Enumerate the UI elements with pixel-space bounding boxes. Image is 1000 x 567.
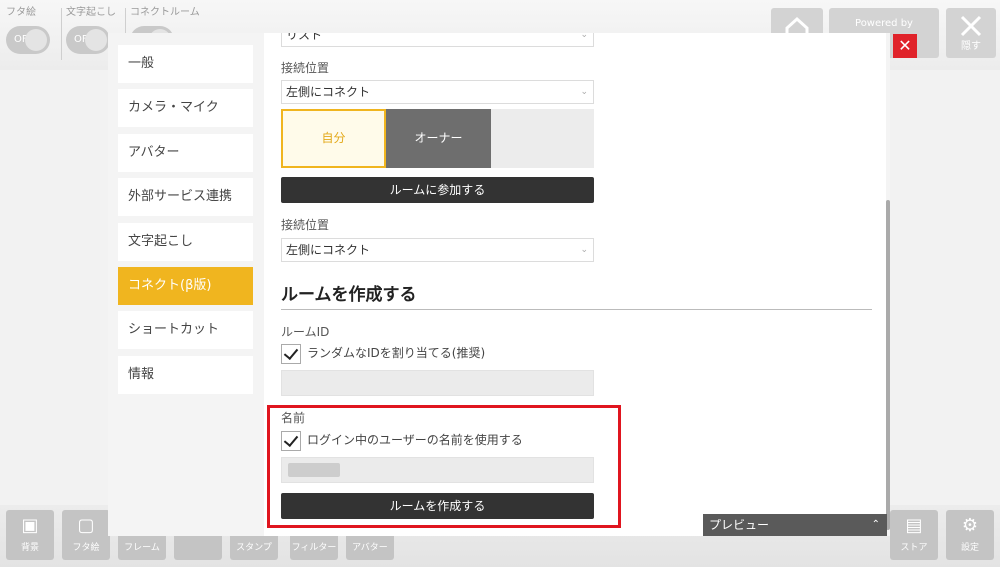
sidebar-item-transcription[interactable]: 文字起こし <box>118 223 253 261</box>
sidebar-item-avatar[interactable]: アバター <box>118 134 253 172</box>
position-segmented-control: 自分 オーナー <box>281 109 594 168</box>
chevron-down-icon: ⌄ <box>580 245 588 255</box>
random-id-label: ランダムなIDを割り当てる(推奨) <box>307 346 486 360</box>
cover-image-toggle-group: フタ絵 OFF <box>6 6 50 54</box>
checkmark-icon <box>283 344 299 360</box>
use-login-name-checkbox[interactable] <box>281 430 301 451</box>
chevron-up-icon: ⌃ <box>871 519 880 530</box>
tool-background[interactable]: ▣ 背景 <box>6 510 54 560</box>
segment-self[interactable]: 自分 <box>281 109 386 168</box>
connect-position-label: 接続位置 <box>281 61 330 75</box>
preview-panel-toggle[interactable]: プレビュー ⌃ <box>703 514 887 536</box>
room-id-input[interactable] <box>281 370 594 396</box>
cover-image-toggle-label: フタ絵 <box>6 7 36 18</box>
sidebar-item-camera-mic[interactable]: カメラ・マイク <box>118 89 253 127</box>
settings-content: リスト ⌄ 接続位置 左側にコネクト ⌄ 自分 オーナー ルームに参加する 接続… <box>264 33 890 536</box>
segment-owner[interactable]: オーナー <box>386 109 491 168</box>
preview-label: プレビュー <box>709 518 770 532</box>
cover-image-icon: ▢ <box>77 515 95 536</box>
tool-label: スタンプ <box>236 543 272 553</box>
tool-label: フレーム <box>124 543 160 553</box>
connect-position-label-2: 接続位置 <box>281 218 330 232</box>
tool-label: 設定 <box>960 543 979 553</box>
redacted-name <box>288 463 340 477</box>
chevron-down-icon: ⌄ <box>580 33 588 40</box>
settings-sidebar: 一般 カメラ・マイク アバター 外部サービス連携 文字起こし コネクト(β版) … <box>108 33 264 536</box>
connect-position-select-2[interactable]: 左側にコネクト ⌄ <box>281 238 594 262</box>
sidebar-item-external-services[interactable]: 外部サービス連携 <box>118 178 253 216</box>
background-icon: ▣ <box>21 515 39 536</box>
tool-settings[interactable]: ⚙ 設定 <box>946 510 994 560</box>
tool-label: フィルター <box>291 543 337 553</box>
transcription-toggle-label: 文字起こし <box>66 7 116 18</box>
random-id-checkbox[interactable] <box>281 343 301 364</box>
name-label: 名前 <box>281 411 306 425</box>
tool-label: フタ絵 <box>72 543 100 553</box>
connect-position-value: 左側にコネクト <box>286 85 371 99</box>
close-icon <box>960 15 982 37</box>
join-room-button[interactable]: ルームに参加する <box>281 177 594 203</box>
list-select[interactable]: リスト ⌄ <box>281 33 594 47</box>
divider <box>61 8 62 60</box>
create-room-section-title: ルームを作成する <box>281 285 417 305</box>
chevron-down-icon: ⌄ <box>580 87 588 97</box>
tool-cover-image[interactable]: ▢ フタ絵 <box>62 510 110 560</box>
modal-scrollbar-thumb[interactable] <box>886 200 890 530</box>
tool-label: 背景 <box>20 543 39 553</box>
tool-label: ストア <box>900 543 928 553</box>
connect-position-value-2: 左側にコネクト <box>286 243 371 257</box>
room-id-label: ルームID <box>281 325 330 339</box>
modal-close-button[interactable]: ✕ <box>893 34 917 58</box>
create-room-button[interactable]: ルームを作成する <box>281 493 594 519</box>
store-icon: ▤ <box>905 515 923 536</box>
close-icon: ✕ <box>898 36 912 55</box>
connect-room-toggle-label: コネクトルーム <box>130 7 200 18</box>
cover-image-toggle[interactable]: OFF <box>6 26 50 54</box>
use-login-name-label: ログイン中のユーザーの名前を使用する <box>307 433 523 447</box>
sidebar-item-connect-beta[interactable]: コネクト(β版) <box>118 267 253 305</box>
hide-button[interactable]: 隠す <box>946 8 996 58</box>
use-login-name-check-row[interactable]: ログイン中のユーザーの名前を使用する <box>281 430 523 451</box>
hide-button-label: 隠す <box>961 41 981 52</box>
sidebar-item-info[interactable]: 情報 <box>118 356 253 394</box>
settings-modal: 一般 カメラ・マイク アバター 外部サービス連携 文字起こし コネクト(β版) … <box>108 33 890 536</box>
checkmark-icon <box>283 431 299 447</box>
connect-position-select[interactable]: 左側にコネクト ⌄ <box>281 80 594 104</box>
sidebar-item-shortcuts[interactable]: ショートカット <box>118 311 253 349</box>
tool-store[interactable]: ▤ ストア <box>890 510 938 560</box>
section-divider <box>281 309 872 310</box>
gear-icon: ⚙ <box>961 515 979 536</box>
name-input[interactable] <box>281 457 594 483</box>
random-id-check-row[interactable]: ランダムなIDを割り当てる(推奨) <box>281 343 485 364</box>
powered-by-label: Powered by <box>855 18 913 29</box>
transcription-toggle[interactable]: OFF <box>66 26 110 54</box>
tool-label: アバター <box>352 543 388 553</box>
list-select-value: リスト <box>286 33 323 42</box>
sidebar-item-general[interactable]: 一般 <box>118 45 253 83</box>
